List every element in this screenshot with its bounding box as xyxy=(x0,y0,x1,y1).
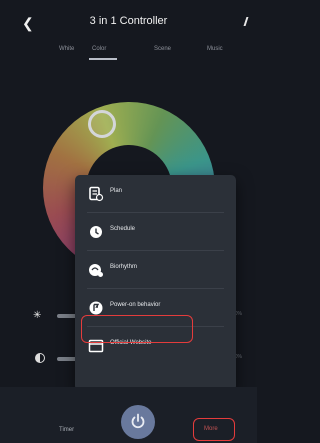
active-tab-indicator xyxy=(89,58,117,60)
page-title: 3 in 1 Controller xyxy=(89,15,168,27)
menu-label-official-website: Official Website xyxy=(110,340,152,346)
tab-color[interactable]: Color xyxy=(92,46,106,52)
plan-icon xyxy=(89,186,104,202)
tab-scene[interactable]: Scene xyxy=(154,46,171,52)
biorhythm-icon xyxy=(89,264,103,277)
power-icon xyxy=(131,413,145,429)
tab-white[interactable]: White xyxy=(59,46,74,52)
menu-item-power-on-behavior[interactable]: Power-on behavior xyxy=(75,289,236,327)
more-highlight-box xyxy=(193,418,235,441)
website-icon xyxy=(88,339,104,353)
menu-item-schedule[interactable]: Schedule xyxy=(75,213,236,251)
menu-label-plan: Plan xyxy=(110,188,123,194)
color-picker-handle[interactable] xyxy=(88,110,116,138)
tab-music[interactable]: Music xyxy=(207,46,223,52)
menu-item-official-website[interactable]: Official Website xyxy=(75,327,236,365)
menu-label-biorhythm: Biorhythm xyxy=(110,264,138,270)
menu-item-biorhythm[interactable]: Biorhythm xyxy=(75,251,236,289)
more-button[interactable]: More xyxy=(193,418,235,441)
clock-icon xyxy=(90,226,102,238)
brightness-sun-icon: ✳ xyxy=(33,310,42,321)
menu-label-power-on-behavior: Power-on behavior xyxy=(110,302,161,308)
header-bar: ❮ 3 in 1 Controller xyxy=(0,0,257,44)
power-on-icon xyxy=(89,301,103,315)
mode-tabs: White Color Scene Music xyxy=(0,46,257,64)
more-menu-popup: Plan Schedule Biorhythm Power-on behavio… xyxy=(75,175,236,398)
contrast-icon xyxy=(35,353,45,363)
power-button[interactable] xyxy=(121,405,155,439)
menu-item-plan[interactable]: Plan xyxy=(75,175,236,213)
menu-label-schedule: Schedule xyxy=(110,226,136,232)
bottom-toolbar: Timer More xyxy=(0,387,257,443)
timer-button[interactable]: Timer xyxy=(59,427,74,433)
